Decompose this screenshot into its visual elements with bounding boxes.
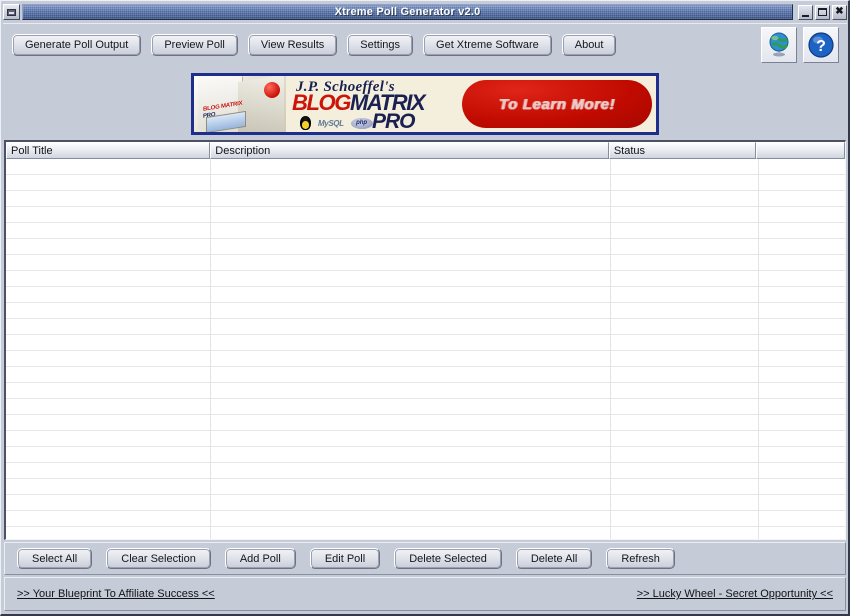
learn-more-button[interactable]: To Learn More! xyxy=(462,80,652,128)
column-header-description[interactable]: Description xyxy=(210,142,609,159)
system-menu-button[interactable] xyxy=(3,4,20,20)
column-header-poll-title[interactable]: Poll Title xyxy=(6,142,211,159)
advertisement-banner[interactable]: BLOG MATRIX PRO J.P. Schoeffel's BLOGMAT… xyxy=(191,73,659,135)
column-separator-2 xyxy=(610,159,611,539)
banner-brand-pro: PRO xyxy=(372,110,416,133)
close-icon: ✖ xyxy=(835,6,844,17)
help-icon: ? xyxy=(808,32,834,58)
preview-poll-button[interactable]: Preview Poll xyxy=(151,33,238,56)
banner-content: J.P. Schoeffel's BLOGMATRIX PRO MySQL ph… xyxy=(286,76,656,132)
lucky-wheel-link[interactable]: >> Lucky Wheel - Secret Opportunity << xyxy=(637,588,833,600)
minimize-button[interactable] xyxy=(798,4,813,20)
product-box-image: BLOG MATRIX PRO xyxy=(194,76,286,132)
application-window: Xtreme Poll Generator v2.0 ✖ Generate Po… xyxy=(0,0,850,616)
add-poll-button[interactable]: Add Poll xyxy=(224,548,296,569)
delete-selected-button[interactable]: Delete Selected xyxy=(394,548,502,569)
get-xtreme-software-button[interactable]: Get Xtreme Software xyxy=(423,33,552,56)
main-toolbar: Generate Poll Output Preview Poll View R… xyxy=(3,23,847,65)
select-all-button[interactable]: Select All xyxy=(17,548,93,569)
view-results-button[interactable]: View Results xyxy=(247,33,338,56)
website-button[interactable] xyxy=(761,27,797,63)
column-header-blank[interactable] xyxy=(756,142,845,159)
about-button[interactable]: About xyxy=(561,33,617,56)
linux-tux-icon xyxy=(300,116,311,130)
learn-more-label: To Learn More! xyxy=(498,95,616,113)
mysql-icon: MySQL xyxy=(318,118,344,128)
svg-text:?: ? xyxy=(816,38,826,55)
window-title-strip: Xtreme Poll Generator v2.0 xyxy=(22,4,793,20)
php-icon: php xyxy=(350,117,373,129)
banner-area: BLOG MATRIX PRO J.P. Schoeffel's BLOGMAT… xyxy=(4,68,846,140)
banner-brand-blog: BLOG xyxy=(292,90,351,115)
settings-button[interactable]: Settings xyxy=(347,33,414,56)
column-separator-3 xyxy=(758,159,759,539)
affiliate-success-link[interactable]: >> Your Blueprint To Affiliate Success <… xyxy=(17,588,215,600)
maximize-icon xyxy=(818,7,827,16)
generate-poll-output-button[interactable]: Generate Poll Output xyxy=(12,33,142,56)
grid-header-row: Poll Title Description Status xyxy=(6,142,845,159)
globe-icon xyxy=(769,32,789,57)
banner-tech-logos: MySQL php xyxy=(300,116,373,130)
minimize-icon xyxy=(802,14,809,17)
maximize-button[interactable] xyxy=(815,4,830,20)
toolbar-icon-buttons: ? xyxy=(755,27,839,63)
action-button-bar: Select All Clear Selection Add Poll Edit… xyxy=(4,542,846,575)
window-controls: ✖ xyxy=(796,4,847,20)
delete-all-button[interactable]: Delete All xyxy=(515,548,593,569)
close-button[interactable]: ✖ xyxy=(832,4,847,20)
grid-body[interactable] xyxy=(6,159,845,539)
poll-list-grid: Poll Title Description Status xyxy=(4,140,846,540)
edit-poll-button[interactable]: Edit Poll xyxy=(309,548,381,569)
clear-selection-button[interactable]: Clear Selection xyxy=(106,548,211,569)
refresh-button[interactable]: Refresh xyxy=(606,548,675,569)
column-header-status[interactable]: Status xyxy=(608,142,757,159)
column-separator-1 xyxy=(210,159,211,539)
help-button[interactable]: ? xyxy=(803,27,839,63)
title-bar: Xtreme Poll Generator v2.0 ✖ xyxy=(3,3,847,21)
system-menu-icon xyxy=(7,8,16,16)
page-title: Xtreme Poll Generator v2.0 xyxy=(334,6,481,18)
status-bar: >> Your Blueprint To Affiliate Success <… xyxy=(4,577,846,611)
